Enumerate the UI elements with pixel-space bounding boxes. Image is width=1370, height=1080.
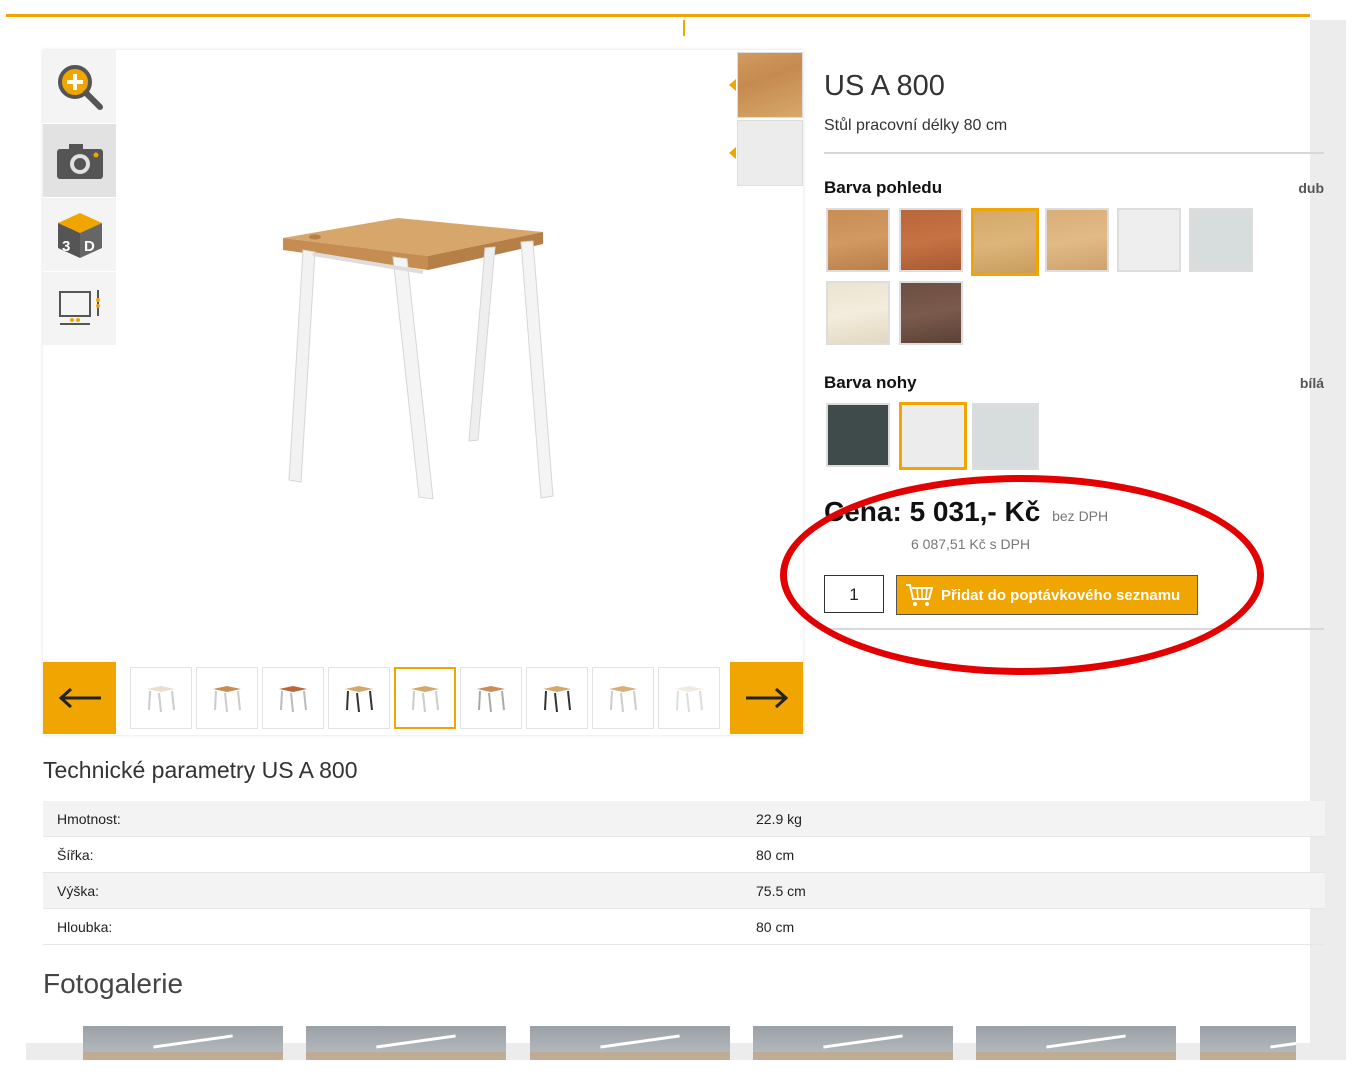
dimensions-button[interactable] bbox=[43, 272, 116, 345]
svg-text:D: D bbox=[84, 238, 95, 255]
divider bbox=[824, 152, 1324, 154]
gallery-thumb[interactable] bbox=[658, 667, 720, 729]
gallery-thumb[interactable] bbox=[460, 667, 522, 729]
zoom-in-icon bbox=[57, 64, 103, 110]
top-color-swatch[interactable] bbox=[826, 281, 890, 345]
top-divider bbox=[683, 20, 685, 36]
top-color-swatch[interactable] bbox=[1189, 208, 1253, 272]
spec-label: Výška: bbox=[43, 872, 756, 909]
photo-view-button[interactable] bbox=[43, 124, 116, 197]
product-title: US A 800 bbox=[824, 70, 945, 102]
gallery-photo[interactable] bbox=[83, 1026, 283, 1060]
product-image bbox=[283, 218, 554, 500]
tech-params-table: Hmotnost: 22.9 kg Šířka: 80 cm Výška: 75.5 … bbox=[43, 801, 1325, 945]
leg-color-swatch[interactable] bbox=[826, 403, 890, 467]
spec-value: 22.9 kg bbox=[756, 801, 1325, 837]
gallery-thumb[interactable] bbox=[328, 667, 390, 729]
spec-label: Hloubka: bbox=[43, 908, 756, 945]
gallery-photo[interactable] bbox=[530, 1026, 730, 1060]
gallery-photo[interactable] bbox=[976, 1026, 1176, 1060]
prev-image-button[interactable] bbox=[43, 662, 116, 734]
quick-swatch-top[interactable] bbox=[729, 52, 803, 118]
table-row: Hloubka: 80 cm bbox=[43, 908, 1325, 945]
gallery-thumb[interactable] bbox=[526, 667, 588, 729]
gallery-photo[interactable] bbox=[1200, 1026, 1296, 1060]
leg-color-swatch[interactable] bbox=[972, 403, 1039, 470]
top-color-label: Barva pohledu bbox=[824, 178, 943, 197]
camera-icon bbox=[56, 143, 103, 179]
leg-color-swatch-selected[interactable] bbox=[899, 402, 967, 470]
gallery-thumb[interactable] bbox=[196, 667, 258, 729]
dimensions-icon bbox=[58, 289, 100, 325]
next-image-button[interactable] bbox=[730, 662, 803, 734]
leg-color-label: Barva nohy bbox=[824, 373, 917, 392]
zoom-button[interactable] bbox=[43, 50, 116, 123]
spec-label: Hmotnost: bbox=[43, 801, 756, 837]
top-color-swatch[interactable] bbox=[1117, 208, 1181, 272]
spec-label: Šířka: bbox=[43, 836, 756, 873]
svg-text:3: 3 bbox=[62, 238, 70, 255]
spec-value: 80 cm bbox=[756, 836, 1325, 873]
quick-swatch-leg[interactable] bbox=[729, 120, 803, 186]
top-color-swatch[interactable] bbox=[899, 208, 963, 272]
leg-color-value: bílá bbox=[1299, 375, 1324, 391]
spec-value: 80 cm bbox=[756, 908, 1325, 945]
highlight-annotation bbox=[780, 475, 1264, 675]
tech-params-title: Technické parametry US A 800 bbox=[43, 757, 358, 783]
arrow-left-icon bbox=[58, 687, 101, 709]
product-viewer: 3 D bbox=[43, 50, 803, 735]
top-color-swatch[interactable] bbox=[1045, 208, 1109, 272]
top-color-swatch[interactable] bbox=[826, 208, 890, 272]
gallery-thumb[interactable] bbox=[592, 667, 654, 729]
top-color-swatch-selected[interactable] bbox=[971, 208, 1039, 276]
gallery-photo[interactable] bbox=[306, 1026, 506, 1060]
3d-view-button[interactable]: 3 D bbox=[43, 198, 116, 271]
gallery-thumb[interactable] bbox=[130, 667, 192, 729]
product-subtitle: Stůl pracovní délky 80 cm bbox=[824, 117, 1008, 134]
3d-icon: 3 D bbox=[57, 212, 102, 258]
gallery-photo[interactable] bbox=[753, 1026, 953, 1060]
table-row: Hmotnost: 22.9 kg bbox=[43, 801, 1325, 837]
top-color-value: dub bbox=[1298, 180, 1324, 196]
table-row: Šířka: 80 cm bbox=[43, 836, 1325, 873]
top-color-swatch[interactable] bbox=[899, 281, 963, 345]
product-info: US A 800 Stůl pracovní délky 80 cm bbox=[824, 70, 1324, 135]
arrow-right-icon bbox=[745, 687, 788, 709]
gallery-title: Fotogalerie bbox=[43, 968, 184, 999]
gallery-thumb-selected[interactable] bbox=[394, 667, 456, 729]
spec-value: 75.5 cm bbox=[756, 872, 1325, 909]
table-row: Výška: 75.5 cm bbox=[43, 872, 1325, 909]
gallery-thumb[interactable] bbox=[262, 667, 324, 729]
